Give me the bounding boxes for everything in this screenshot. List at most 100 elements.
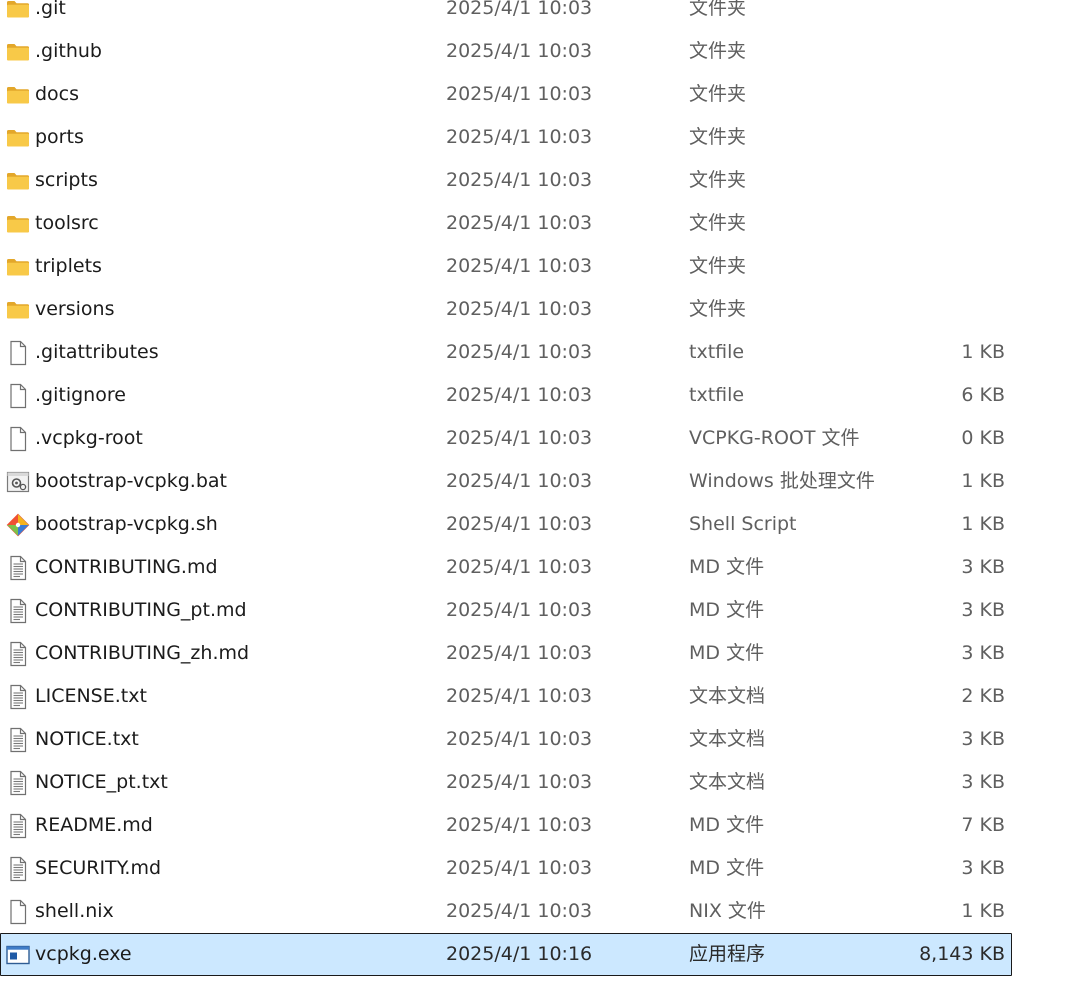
folder-icon	[5, 117, 31, 158]
file-name: CONTRIBUTING_zh.md	[35, 642, 250, 664]
file-type: NIX 文件	[689, 900, 766, 922]
file-size: 1 KB	[961, 513, 1005, 535]
file-size: 0 KB	[961, 427, 1005, 449]
file-name: README.md	[35, 814, 153, 836]
text-file-icon	[5, 547, 31, 588]
file-row[interactable]: docs 2025/4/1 10:03 文件夹	[0, 73, 1012, 116]
file-type: MD 文件	[689, 599, 765, 621]
file-size: 1 KB	[961, 900, 1005, 922]
file-date-modified: 2025/4/1 10:03	[446, 169, 593, 191]
file-size: 1 KB	[961, 341, 1005, 363]
file-row[interactable]: toolsrc 2025/4/1 10:03 文件夹	[0, 202, 1012, 245]
file-row[interactable]: NOTICE_pt.txt 2025/4/1 10:03 文本文档 3 KB	[0, 761, 1012, 804]
folder-icon	[5, 160, 31, 201]
file-type: 文件夹	[689, 40, 747, 62]
file-row[interactable]: .gitattributes 2025/4/1 10:03 txtfile 1 KB	[0, 331, 1012, 374]
file-name: SECURITY.md	[35, 857, 162, 879]
file-date-modified: 2025/4/1 10:03	[446, 513, 593, 535]
file-type: MD 文件	[689, 642, 765, 664]
file-row[interactable]: CONTRIBUTING_pt.md 2025/4/1 10:03 MD 文件 3 K…	[0, 589, 1012, 632]
file-date-modified: 2025/4/1 10:03	[446, 212, 593, 234]
git-shell-icon	[5, 504, 31, 545]
file-name: triplets	[35, 255, 102, 277]
batch-file-icon	[5, 461, 31, 502]
text-file-icon	[5, 633, 31, 674]
file-date-modified: 2025/4/1 10:03	[446, 599, 593, 621]
file-row[interactable]: CONTRIBUTING.md 2025/4/1 10:03 MD 文件 3 KB	[0, 546, 1012, 589]
file-name: NOTICE.txt	[35, 728, 139, 750]
file-size: 6 KB	[961, 384, 1005, 406]
folder-icon	[5, 289, 31, 330]
file-date-modified: 2025/4/1 10:03	[446, 857, 593, 879]
file-name: LICENSE.txt	[35, 685, 147, 707]
file-size: 1 KB	[961, 470, 1005, 492]
file-name: .vcpkg-root	[35, 427, 143, 449]
file-name: .gitignore	[35, 384, 126, 406]
file-row[interactable]: CONTRIBUTING_zh.md 2025/4/1 10:03 MD 文件 3 K…	[0, 632, 1012, 675]
file-type: 文件夹	[689, 126, 747, 148]
file-size: 8,143 KB	[919, 943, 1005, 965]
file-name: ports	[35, 126, 84, 148]
file-date-modified: 2025/4/1 10:03	[446, 685, 593, 707]
file-date-modified: 2025/4/1 10:03	[446, 814, 593, 836]
file-type: 应用程序	[689, 943, 766, 965]
file-row[interactable]: bootstrap-vcpkg.bat 2025/4/1 10:03 Windows…	[0, 460, 1012, 503]
file-date-modified: 2025/4/1 10:03	[446, 771, 593, 793]
file-row[interactable]: scripts 2025/4/1 10:03 文件夹	[0, 159, 1012, 202]
file-row[interactable]: ports 2025/4/1 10:03 文件夹	[0, 116, 1012, 159]
file-date-modified: 2025/4/1 10:03	[446, 384, 593, 406]
file-row[interactable]: LICENSE.txt 2025/4/1 10:03 文本文档 2 KB	[0, 675, 1012, 718]
file-row[interactable]: SECURITY.md 2025/4/1 10:03 MD 文件 3 KB	[0, 847, 1012, 890]
file-list: .git 2025/4/1 10:03 文件夹 .github 2025/4/1 10:…	[0, 0, 1092, 976]
file-date-modified: 2025/4/1 10:03	[446, 126, 593, 148]
text-file-icon	[5, 762, 31, 803]
text-file-icon	[5, 805, 31, 846]
file-date-modified: 2025/4/1 10:03	[446, 470, 593, 492]
file-type: MD 文件	[689, 857, 765, 879]
file-row[interactable]: triplets 2025/4/1 10:03 文件夹	[0, 245, 1012, 288]
file-row[interactable]: .gitignore 2025/4/1 10:03 txtfile 6 KB	[0, 374, 1012, 417]
folder-icon	[5, 0, 31, 29]
file-row[interactable]: .github 2025/4/1 10:03 文件夹	[0, 30, 1012, 73]
file-size: 3 KB	[961, 642, 1005, 664]
file-date-modified: 2025/4/1 10:03	[446, 642, 593, 664]
file-name: NOTICE_pt.txt	[35, 771, 168, 793]
file-type: txtfile	[689, 384, 745, 406]
file-name: shell.nix	[35, 900, 114, 922]
file-name: scripts	[35, 169, 98, 191]
blank-file-icon	[5, 375, 31, 416]
file-row-selected[interactable]: vcpkg.exe 2025/4/1 10:16 应用程序 8,143 KB	[0, 933, 1012, 976]
file-size: 3 KB	[961, 857, 1005, 879]
file-row[interactable]: bootstrap-vcpkg.sh 2025/4/1 10:03 Shell Sc…	[0, 503, 1012, 546]
file-type: 文件夹	[689, 83, 747, 105]
file-row[interactable]: shell.nix 2025/4/1 10:03 NIX 文件 1 KB	[0, 890, 1012, 933]
file-name: .gitattributes	[35, 341, 159, 363]
file-type: 文件夹	[689, 255, 747, 277]
file-row[interactable]: NOTICE.txt 2025/4/1 10:03 文本文档 3 KB	[0, 718, 1012, 761]
file-row[interactable]: README.md 2025/4/1 10:03 MD 文件 7 KB	[0, 804, 1012, 847]
file-row[interactable]: .vcpkg-root 2025/4/1 10:03 VCPKG-ROOT 文件 0 …	[0, 417, 1012, 460]
text-file-icon	[5, 848, 31, 889]
file-type: Windows 批处理文件	[689, 470, 875, 492]
blank-file-icon	[5, 332, 31, 373]
file-type: txtfile	[689, 341, 745, 363]
file-date-modified: 2025/4/1 10:03	[446, 40, 593, 62]
file-date-modified: 2025/4/1 10:03	[446, 556, 593, 578]
file-name: docs	[35, 83, 80, 105]
file-name: versions	[35, 298, 115, 320]
file-name: vcpkg.exe	[35, 943, 132, 965]
file-date-modified: 2025/4/1 10:03	[446, 83, 593, 105]
file-row[interactable]: .git 2025/4/1 10:03 文件夹	[0, 0, 1012, 30]
file-type: 文本文档	[689, 685, 766, 707]
file-size: 2 KB	[961, 685, 1005, 707]
file-type: VCPKG-ROOT 文件	[689, 427, 860, 449]
blank-file-icon	[5, 891, 31, 932]
folder-icon	[5, 74, 31, 115]
file-type: MD 文件	[689, 814, 765, 836]
folder-icon	[5, 31, 31, 72]
file-date-modified: 2025/4/1 10:03	[446, 298, 593, 320]
file-row[interactable]: versions 2025/4/1 10:03 文件夹	[0, 288, 1012, 331]
file-size: 7 KB	[961, 814, 1005, 836]
file-size: 3 KB	[961, 771, 1005, 793]
file-type: 文本文档	[689, 771, 766, 793]
